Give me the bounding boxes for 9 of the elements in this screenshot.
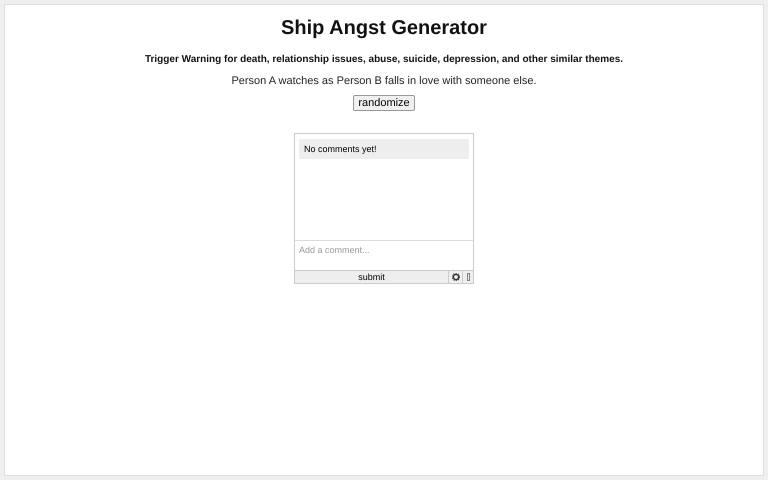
angst-prompt: Person A watches as Person B falls in love with someone else. (231, 75, 537, 87)
no-comments-message: No comments yet! (299, 139, 469, 159)
settings-icon (452, 273, 460, 281)
settings-button[interactable] (448, 271, 462, 283)
page-title: Ship Angst Generator (281, 17, 487, 40)
randomize-button[interactable]: randomize (353, 95, 415, 111)
submit-button[interactable]: submit (295, 271, 448, 283)
trigger-warning: Trigger Warning for death, relationship issues, abuse, suicide, depression, and other similar themes. (144, 54, 624, 65)
rectangle-icon (466, 273, 470, 281)
